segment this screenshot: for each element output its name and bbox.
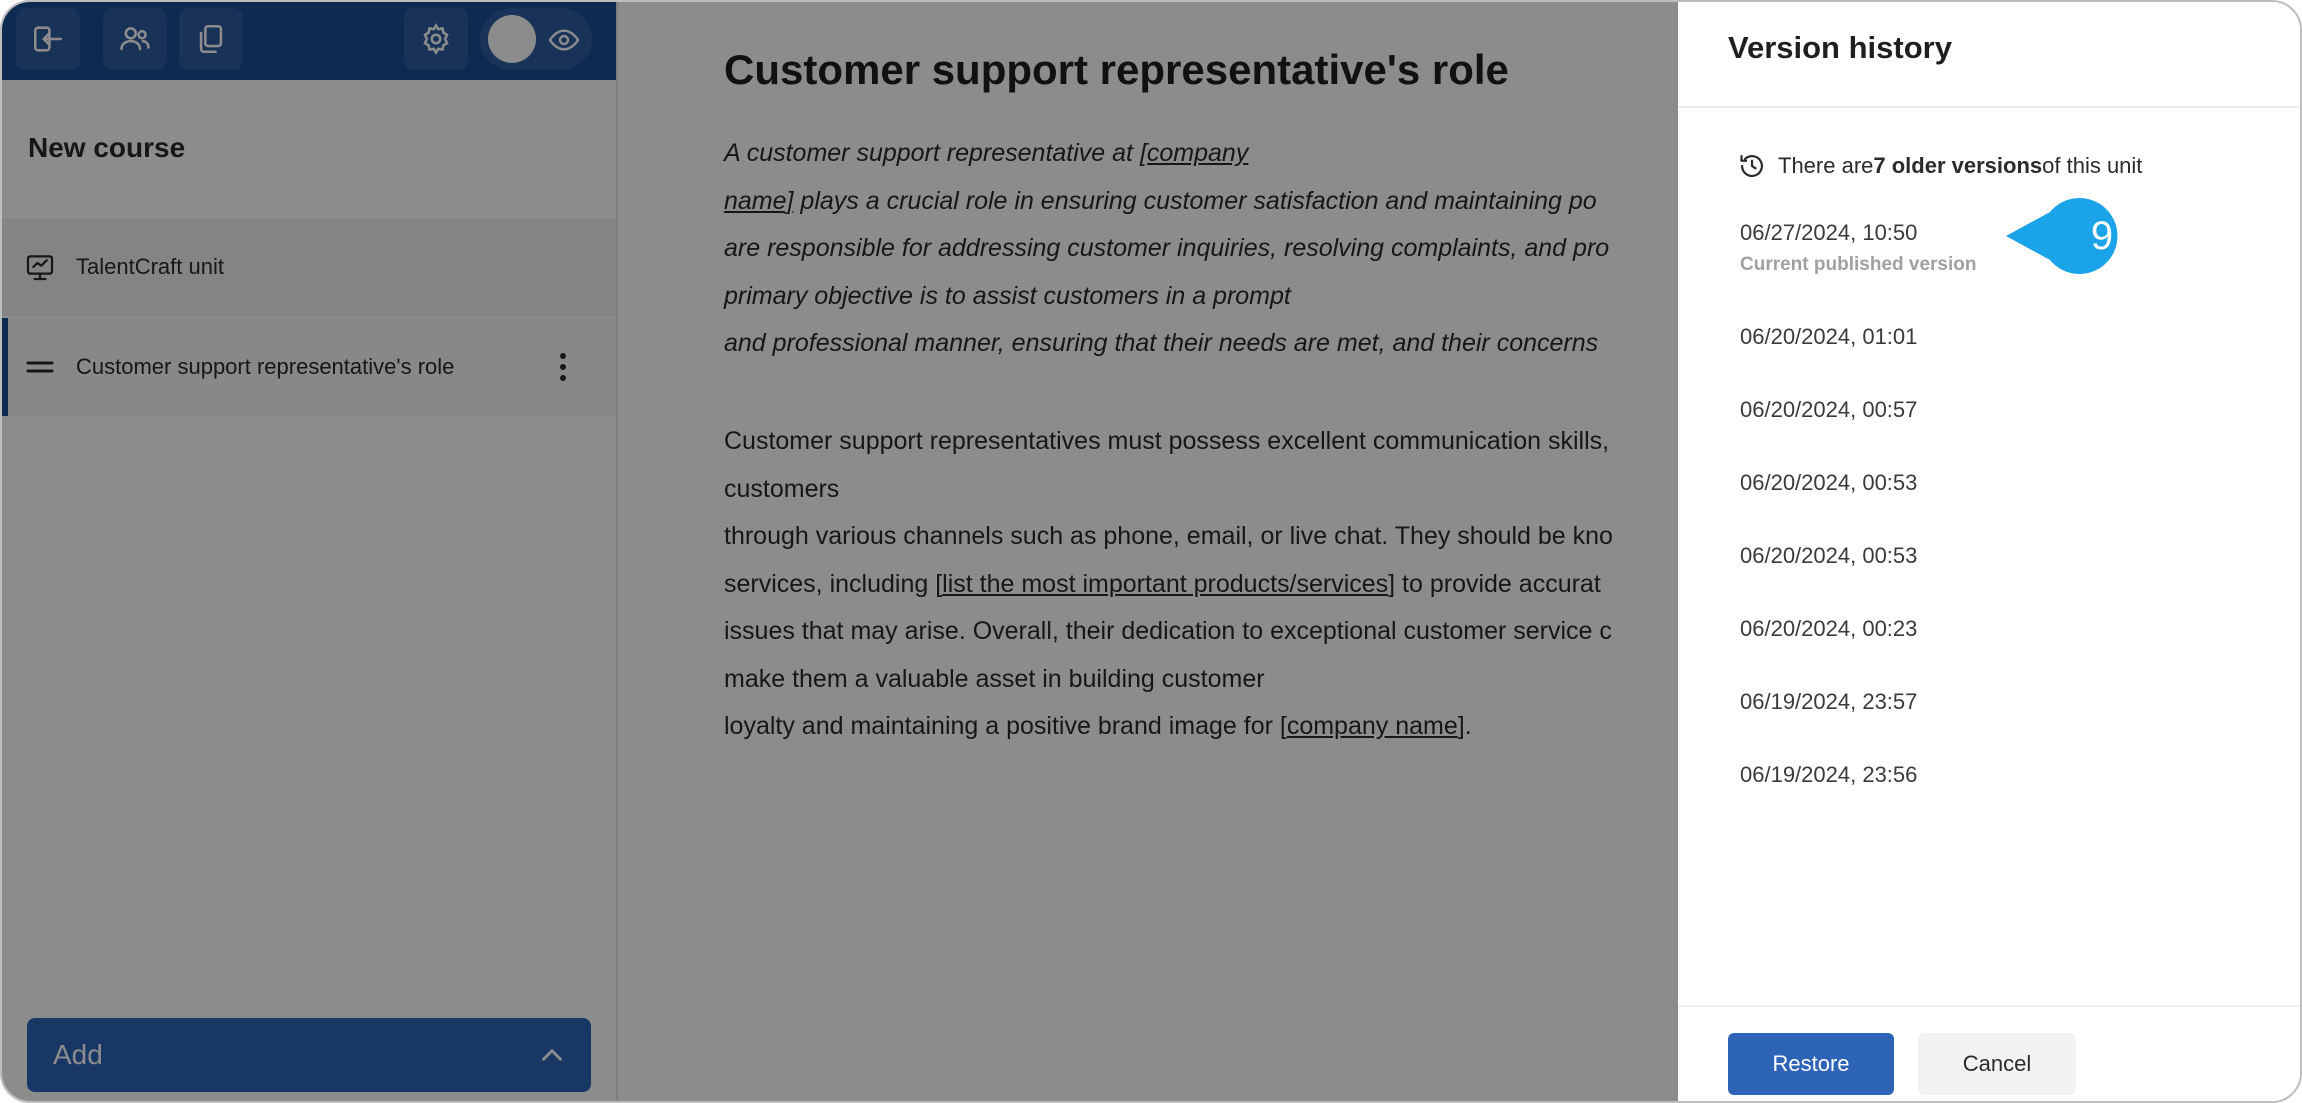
version-item[interactable]: 06/19/2024, 23:57	[1740, 689, 1917, 715]
version-count-info: There are 7 older versions of this unit	[1738, 152, 2142, 180]
version-item[interactable]: 06/27/2024, 10:50	[1740, 220, 1917, 246]
current-version-label: Current published version	[1740, 254, 1977, 275]
history-icon	[1740, 154, 1764, 178]
cancel-button[interactable]: Cancel	[1918, 1033, 2076, 1095]
version-item[interactable]: 06/20/2024, 01:01	[1740, 324, 1917, 350]
panel-title: Version history	[1728, 30, 1952, 65]
version-item[interactable]: 06/20/2024, 00:53	[1740, 543, 1917, 569]
version-item[interactable]: 06/20/2024, 00:23	[1740, 616, 1917, 642]
version-history-panel: Version history There are 7 older versio…	[1678, 2, 2300, 1101]
modal-backdrop[interactable]	[2, 2, 1678, 1101]
restore-button[interactable]: Restore	[1728, 1033, 1894, 1095]
version-item[interactable]: 06/20/2024, 00:57	[1740, 397, 1917, 423]
panel-footer: Restore Cancel	[1678, 1005, 2300, 1101]
panel-header: Version history	[1678, 2, 2300, 108]
version-item[interactable]: 06/20/2024, 00:53	[1740, 470, 1917, 496]
step-marker-number: 9	[2090, 213, 2114, 258]
app-window: New course TalentCraft unit Customer sup…	[0, 0, 2302, 1103]
version-item[interactable]: 06/19/2024, 23:56	[1740, 762, 1917, 788]
